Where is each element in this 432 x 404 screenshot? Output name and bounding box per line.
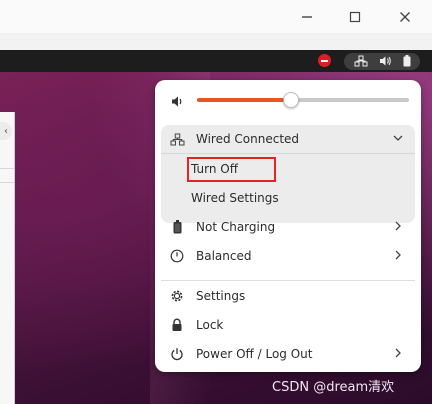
lock-label: Lock	[196, 318, 224, 332]
chevron-down-icon[interactable]	[391, 130, 405, 146]
chevron-right-icon	[391, 247, 405, 263]
balanced-item[interactable]: Balanced	[161, 242, 415, 270]
wired-connected-item[interactable]: Wired Connected	[161, 125, 415, 153]
chevron-right-icon	[391, 218, 405, 234]
power-off-label: Power Off / Log Out	[196, 347, 313, 361]
volume-slider[interactable]	[197, 92, 409, 108]
divider	[161, 153, 415, 154]
gear-icon	[169, 288, 185, 304]
minimize-icon	[301, 8, 313, 27]
minimize-button[interactable]	[296, 6, 318, 28]
network-wired-icon	[169, 131, 185, 147]
close-icon	[399, 8, 411, 27]
power-icon	[169, 346, 185, 362]
lock-icon	[169, 317, 185, 333]
system-indicators[interactable]	[344, 53, 420, 70]
settings-label: Settings	[196, 289, 246, 303]
not-charging-label: Not Charging	[196, 220, 276, 234]
balanced-label: Balanced	[196, 249, 252, 263]
divider	[0, 168, 14, 169]
quick-settings-menu: Wired Connected Turn Off Wired Settings …	[155, 80, 421, 372]
network-wired-icon	[354, 52, 368, 71]
window-toolbar	[0, 33, 432, 51]
volume-slider-fill	[197, 98, 291, 102]
power-mode-icon	[169, 248, 185, 264]
wired-settings-item[interactable]: Wired Settings	[191, 187, 279, 209]
power-off-item[interactable]: Power Off / Log Out	[161, 340, 415, 368]
lock-item[interactable]: Lock	[161, 311, 415, 339]
battery-icon	[403, 52, 411, 71]
close-button[interactable]	[394, 6, 416, 28]
background-window	[0, 112, 15, 404]
volume-slider-handle[interactable]	[283, 92, 300, 108]
divider	[0, 182, 14, 183]
settings-item[interactable]: Settings	[161, 282, 415, 310]
chevron-right-icon	[391, 345, 405, 361]
battery-icon	[169, 219, 185, 235]
divider	[161, 280, 415, 281]
wired-connected-label: Wired Connected	[196, 132, 300, 146]
maximize-icon	[349, 8, 361, 27]
volume-icon	[379, 52, 392, 71]
do-not-disturb-icon[interactable]	[318, 54, 331, 67]
watermark: CSDN @dream清欢	[272, 380, 395, 395]
volume-icon	[171, 93, 185, 112]
annotation-highlight-box	[187, 157, 276, 182]
maximize-button[interactable]	[344, 6, 366, 28]
window-titlebar	[0, 0, 432, 34]
volume-row	[155, 80, 421, 120]
not-charging-item[interactable]: Not Charging	[161, 213, 415, 241]
